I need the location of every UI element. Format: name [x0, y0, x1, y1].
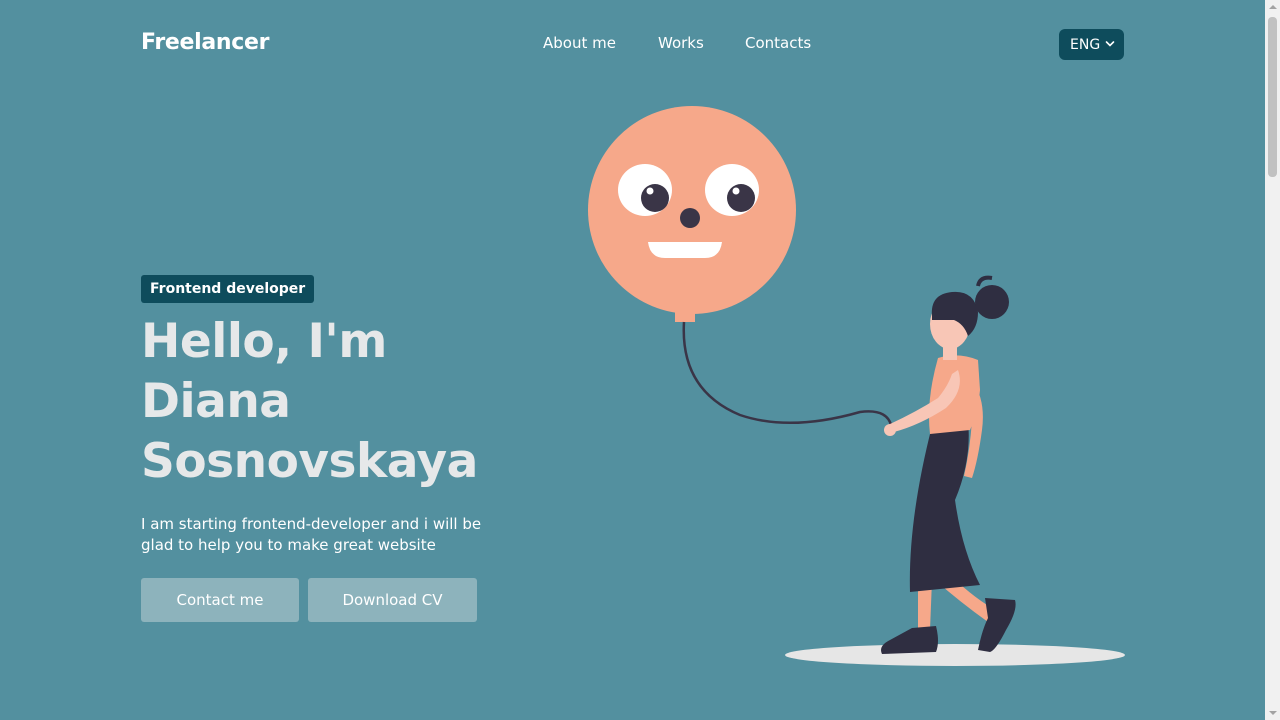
- scroll-down-arrow-icon[interactable]: [1269, 711, 1277, 715]
- hero-illustration: [588, 106, 1125, 666]
- scroll-up-arrow-icon[interactable]: [1269, 5, 1277, 9]
- language-select[interactable]: ENG: [1059, 29, 1124, 60]
- headline-line-3: Sosnovskaya: [141, 434, 478, 489]
- download-cv-button[interactable]: Download CV: [308, 578, 477, 622]
- nav-link-works[interactable]: Works: [658, 34, 704, 52]
- ground-shadow: [785, 644, 1125, 666]
- nav-link-contacts[interactable]: Contacts: [745, 34, 811, 52]
- balloon-string: [682, 321, 894, 431]
- hero-headline: Hello, I'm Diana Sosnovskaya: [141, 312, 541, 492]
- language-select-value: ENG: [1070, 36, 1101, 53]
- page-scrollbar[interactable]: [1265, 0, 1280, 720]
- balloon-face-icon: [588, 106, 796, 322]
- role-badge: Frontend developer: [141, 275, 315, 303]
- headline-line-1: Hello, I'm: [141, 314, 387, 369]
- scrollbar-thumb[interactable]: [1268, 17, 1277, 177]
- chevron-down-icon: [1105, 41, 1115, 47]
- headline-line-2: Diana: [141, 374, 291, 429]
- nav-link-about-me[interactable]: About me: [543, 34, 616, 52]
- hero-description: I am starting frontend-developer and i w…: [141, 515, 482, 554]
- contact-me-button[interactable]: Contact me: [141, 578, 299, 622]
- woman-figure: [881, 275, 1016, 654]
